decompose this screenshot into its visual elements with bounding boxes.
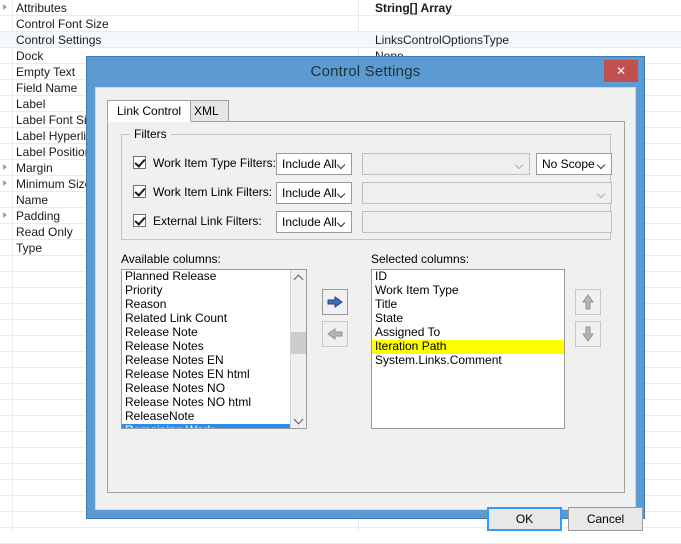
close-icon[interactable]: ✕ [604,60,638,82]
external-link-filters-label: External Link Filters: [153,214,262,228]
work-item-link-filters-checkbox[interactable] [133,185,146,198]
available-columns-label: Available columns: [121,252,221,266]
scroll-down-icon[interactable] [291,412,306,428]
list-item[interactable]: Release Notes EN [122,354,306,368]
list-item[interactable]: Assigned To [372,326,564,340]
add-column-button[interactable] [322,289,348,315]
list-item[interactable]: Related Link Count [122,312,306,326]
list-item[interactable]: Release Notes EN html [122,368,306,382]
list-item[interactable]: Release Note [122,326,306,340]
arrow-right-icon [327,295,343,309]
chevron-down-icon [516,162,523,169]
arrow-down-icon [581,326,595,342]
chevron-down-icon [338,191,345,198]
list-item[interactable]: System.Links.Comment [372,354,564,368]
tabstrip: Link Control XML [107,100,625,122]
chevron-down-icon [598,191,605,198]
work-item-type-filters-checkbox[interactable] [133,156,146,169]
property-name: Padding [16,209,61,223]
property-name: Minimum Size [16,177,92,191]
list-item[interactable]: Priority [122,284,306,298]
property-grid-row[interactable]: Attributes String[] Array [0,0,681,16]
remove-column-button[interactable] [322,321,348,347]
property-name: Type [16,241,43,255]
ok-button[interactable]: OK [487,507,562,531]
property-name: Empty Text [16,65,76,79]
chevron-down-icon [338,220,345,227]
dialog-title: Control Settings [310,63,421,80]
chevron-down-icon [598,162,605,169]
property-value[interactable]: String[] Array [375,1,452,15]
chevron-right-icon[interactable] [3,4,7,10]
tab-panel-link-control: Filters Work Item Type Filters: Include … [107,121,625,493]
control-settings-dialog: Control Settings ✕ Link Control XML Filt… [87,57,644,531]
move-down-button[interactable] [575,321,601,347]
work-item-type-scope-select[interactable]: No Scope [536,153,612,175]
chevron-right-icon[interactable] [3,180,7,186]
selected-columns-label: Selected columns: [371,252,470,266]
chevron-down-icon [338,162,345,169]
property-name: Name [16,193,49,207]
tab-link-control[interactable]: Link Control [107,100,192,122]
arrow-left-icon [327,327,343,341]
list-item[interactable]: Remaining Work [122,424,306,428]
work-item-link-filters-label: Work Item Link Filters: [153,185,273,199]
property-name: Field Name [16,81,78,95]
external-link-filters-checkbox[interactable] [133,214,146,227]
scrollbar-thumb[interactable] [291,332,306,354]
list-item[interactable]: Title [372,298,564,312]
selected-columns-listbox[interactable]: ID Work Item Type Title State Assigned To Ite… [371,269,565,429]
arrow-up-icon [581,294,595,310]
list-item[interactable]: Release Notes NO html [122,396,306,410]
chevron-right-icon[interactable] [3,212,7,218]
available-columns-listbox[interactable]: Planned Release Priority Reason Related Lin… [121,269,307,429]
work-item-type-filters-label: Work Item Type Filters: [153,156,276,170]
list-item[interactable]: State [372,312,564,326]
list-item[interactable]: ID [372,270,564,284]
list-item[interactable]: Iteration Path [372,340,564,354]
move-up-button[interactable] [575,289,601,315]
property-name: Dock [16,49,44,63]
work-item-type-mode-value: Include All [282,157,337,171]
available-columns-scrollbar[interactable] [290,270,306,428]
work-item-type-scope-value: No Scope [542,157,595,171]
scroll-up-icon[interactable] [291,270,306,286]
external-link-mode-value: Include All [282,215,337,229]
dialog-titlebar[interactable]: Control Settings ✕ [87,57,644,87]
list-item[interactable]: Release Notes [122,340,306,354]
filters-groupbox: Filters Work Item Type Filters: Include … [121,127,612,240]
list-item[interactable]: Reason [122,298,306,312]
work-item-link-list-select[interactable] [362,182,612,204]
property-grid-row[interactable]: Control Settings LinksControlOptionsType [0,32,681,48]
filters-legend: Filters [130,127,171,141]
property-name: Attributes [16,1,67,15]
available-columns-items: Planned Release Priority Reason Related Lin… [122,270,306,428]
property-name: Margin [16,161,53,175]
external-link-mode-select[interactable]: Include All [276,211,352,233]
property-value[interactable]: LinksControlOptionsType [375,33,509,47]
property-name: Label [16,97,46,111]
property-name: Label Position [16,145,92,159]
chevron-right-icon[interactable] [3,164,7,170]
list-item[interactable]: Work Item Type [372,284,564,298]
property-name: Read Only [16,225,73,239]
work-item-link-mode-select[interactable]: Include All [276,182,352,204]
property-name: Control Settings [16,33,102,47]
selected-columns-items: ID Work Item Type Title State Assigned To Ite… [372,270,564,368]
list-item[interactable]: Release Notes NO [122,382,306,396]
work-item-type-list-select[interactable] [362,153,530,175]
work-item-link-mode-value: Include All [282,186,337,200]
dialog-body: Link Control XML Filters Work Item Type … [95,87,643,531]
property-name: Control Font Size [16,17,109,31]
list-item[interactable]: Planned Release [122,270,306,284]
cancel-button[interactable]: Cancel [568,507,643,531]
work-item-type-mode-select[interactable]: Include All [276,153,352,175]
property-grid-row[interactable]: Control Font Size [0,16,681,32]
external-link-list-input[interactable] [362,211,612,233]
list-item[interactable]: ReleaseNote [122,410,306,424]
